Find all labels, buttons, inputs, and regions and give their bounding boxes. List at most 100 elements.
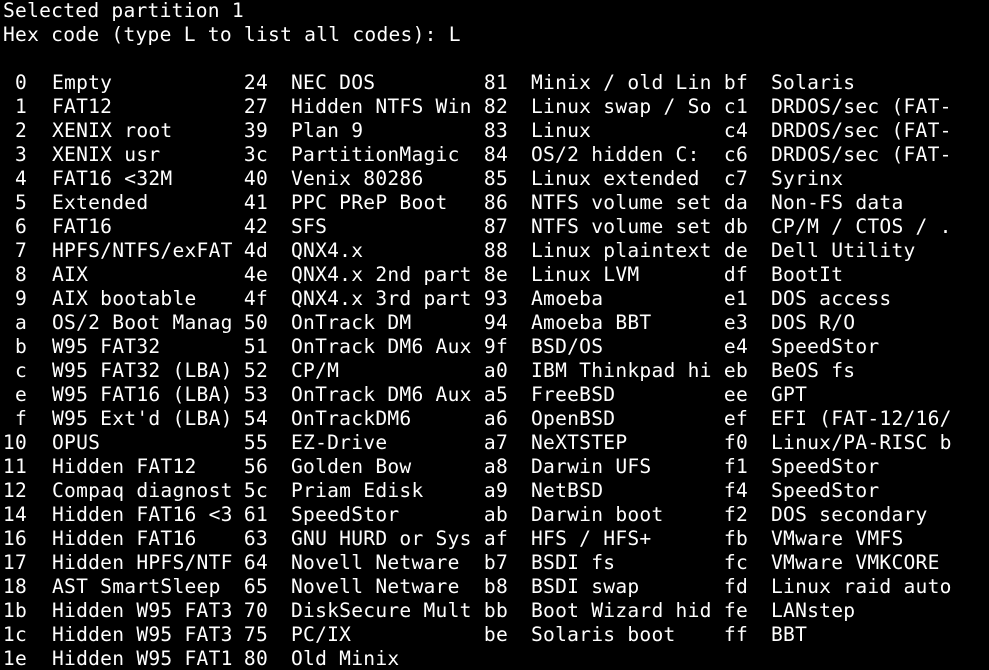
partition-type-name: BootIt — [771, 263, 844, 286]
partition-type-code: 16 — [2, 527, 27, 550]
table-row: 0 Empty 24 NEC DOS 81 Minix / old Lin bf Solari… — [0, 71, 989, 95]
partition-type-code: 56 — [243, 455, 268, 478]
partition-type-code: b — [14, 335, 27, 358]
table-row: 2 XENIX root 39 Plan 9 83 Linux c4 DRDOS/sec (F… — [0, 119, 989, 143]
partition-type-name: PPC PReP Boot — [291, 191, 448, 214]
partition-type-name: Plan 9 — [291, 119, 364, 142]
partition-type-code: 6 — [14, 215, 27, 238]
table-row: 14 Hidden FAT16 <3 61 SpeedStor ab Darwin boo… — [0, 503, 989, 527]
partition-type-code: ee — [723, 383, 748, 406]
partition-type-code: 65 — [243, 575, 268, 598]
table-row: e W95 FAT16 (LBA) 53 OnTrack DM6 Aux a5 FreeB… — [0, 383, 989, 407]
partition-type-code: 94 — [483, 311, 508, 334]
partition-type-name: DRDOS/sec (FAT- — [771, 143, 952, 166]
partition-type-code: c4 — [723, 119, 748, 142]
partition-type-name: BSD/OS — [531, 335, 604, 358]
partition-type-code: 75 — [243, 623, 268, 646]
partition-type-name: NEC DOS — [291, 71, 376, 94]
partition-type-name: QNX4.x 2nd part — [291, 263, 472, 286]
table-row: 10 OPUS 55 EZ-Drive a7 NeXTSTEP f0 Linux/PA-RIS… — [0, 431, 989, 455]
partition-type-code: 8e — [483, 263, 508, 286]
partition-type-name: NeXTSTEP — [531, 431, 628, 454]
partition-type-name: Linux swap / So — [531, 95, 712, 118]
partition-type-code: 1c — [2, 623, 27, 646]
partition-type-code: 8 — [14, 263, 27, 286]
table-row: f W95 Ext'd (LBA) 54 OnTrackDM6 a6 OpenBSD ef E… — [0, 407, 989, 431]
partition-type-name: PartitionMagic — [291, 143, 460, 166]
partition-type-code: fe — [723, 599, 748, 622]
partition-type-code: 4d — [243, 239, 268, 262]
partition-type-code: 12 — [2, 479, 27, 502]
partition-type-name: BBT — [771, 623, 808, 646]
partition-type-name: Boot Wizard hid — [531, 599, 712, 622]
partition-type-name: XENIX usr — [52, 143, 161, 166]
partition-type-name: NetBSD — [531, 479, 604, 502]
partition-type-code: 93 — [483, 287, 508, 310]
partition-type-code: 18 — [2, 575, 27, 598]
partition-type-code: ab — [483, 503, 508, 526]
partition-type-code: 42 — [243, 215, 268, 238]
partition-type-name: AIX bootable — [52, 287, 197, 310]
partition-type-name: W95 Ext'd (LBA) — [52, 407, 233, 430]
partition-type-name: Novell Netware — [291, 551, 460, 574]
partition-type-code: fc — [723, 551, 748, 574]
partition-type-code: e4 — [723, 335, 748, 358]
partition-type-code: df — [723, 263, 748, 286]
partition-type-code: c1 — [723, 95, 748, 118]
partition-type-name: Linux plaintext — [531, 239, 712, 262]
table-row: 1c Hidden W95 FAT3 75 PC/IX be Solaris boot ff… — [0, 623, 989, 647]
partition-type-name: SFS — [291, 215, 328, 238]
partition-type-code: af — [483, 527, 508, 550]
partition-type-name: OnTrackDM6 — [291, 407, 412, 430]
partition-type-name: QNX4.x 3rd part — [291, 287, 472, 310]
partition-type-name: Hidden W95 FAT3 — [52, 599, 233, 622]
partition-type-name: Golden Bow — [291, 455, 412, 478]
partition-type-name: FAT16 — [52, 215, 113, 238]
partition-type-code: e — [14, 383, 27, 406]
partition-type-code: 2 — [14, 119, 27, 142]
partition-type-code: a9 — [483, 479, 508, 502]
partition-type-name: Minix / old Lin — [531, 71, 712, 94]
hex-code-prompt: Hex code (type L to list all codes): L — [3, 23, 461, 46]
partition-type-code: 5c — [243, 479, 268, 502]
partition-type-name: SpeedStor — [771, 455, 880, 478]
partition-type-name: Amoeba — [531, 287, 604, 310]
partition-type-code: 80 — [243, 647, 268, 670]
partition-type-name: W95 FAT32 (LBA) — [52, 359, 233, 382]
partition-type-name: Solaris boot — [531, 623, 676, 646]
partition-type-code: 41 — [243, 191, 268, 214]
partition-type-name: OnTrack DM6 Aux — [291, 335, 472, 358]
partition-type-code: 1 — [14, 95, 27, 118]
terminal-window[interactable]: Selected partition 1 Hex code (type L to… — [0, 0, 989, 670]
partition-type-name: IBM Thinkpad hi — [531, 359, 712, 382]
partition-type-name: OS/2 Boot Manag — [52, 311, 233, 334]
table-row: 18 AST SmartSleep 65 Novell Netware b8 BSDI s… — [0, 575, 989, 599]
partition-type-code: bb — [483, 599, 508, 622]
partition-type-code: 84 — [483, 143, 508, 166]
table-row: 4 FAT16 <32M 40 Venix 80286 85 Linux extended… — [0, 167, 989, 191]
partition-type-name: LANstep — [771, 599, 856, 622]
partition-type-name: Darwin UFS — [531, 455, 652, 478]
partition-type-name: DRDOS/sec (FAT- — [771, 119, 952, 142]
partition-type-name: Solaris — [771, 71, 856, 94]
table-row: 1 FAT12 27 Hidden NTFS Win 82 Linux swap / So… — [0, 95, 989, 119]
partition-type-code: 7 — [14, 239, 27, 262]
partition-type-code: 53 — [243, 383, 268, 406]
table-row: 5 Extended 41 PPC PReP Boot 86 NTFS volume se… — [0, 191, 989, 215]
partition-type-code: f2 — [723, 503, 748, 526]
table-row: 1b Hidden W95 FAT3 70 DiskSecure Mult bb Boot… — [0, 599, 989, 623]
partition-type-code: a0 — [483, 359, 508, 382]
partition-type-code: 55 — [243, 431, 268, 454]
partition-type-name: OnTrack DM6 Aux — [291, 383, 472, 406]
partition-type-name: OpenBSD — [531, 407, 616, 430]
partition-type-name: Hidden FAT16 <3 — [52, 503, 233, 526]
partition-type-code: da — [723, 191, 748, 214]
partition-type-code: 83 — [483, 119, 508, 142]
partition-type-code: f1 — [723, 455, 748, 478]
partition-type-code: db — [723, 215, 748, 238]
partition-type-name: Hidden HPFS/NTF — [52, 551, 233, 574]
partition-type-code: de — [723, 239, 748, 262]
partition-type-code: 88 — [483, 239, 508, 262]
partition-type-code: f0 — [723, 431, 748, 454]
partition-type-name: CP/M — [291, 359, 340, 382]
